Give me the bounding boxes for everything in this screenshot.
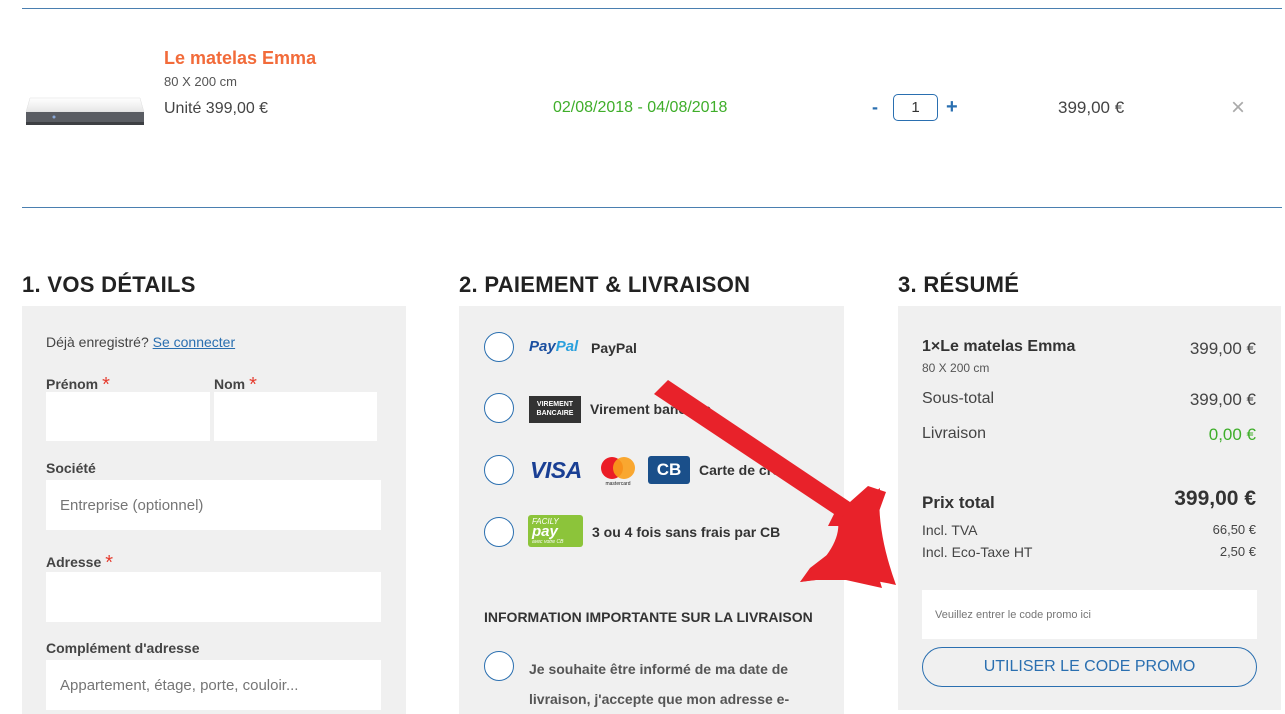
- address2-label: Complément d'adresse: [46, 640, 200, 656]
- paypal-logo: PayPal: [529, 338, 579, 355]
- payment-panel: [459, 306, 844, 714]
- facily-pay-label: 3 ou 4 fois sans frais par CB: [592, 524, 781, 540]
- delivery-dates: 02/08/2018 - 04/08/2018: [553, 99, 728, 116]
- product-size: 80 X 200 cm: [164, 74, 237, 89]
- promo-code-input[interactable]: [922, 590, 1257, 639]
- cb-logo: CB: [648, 456, 690, 484]
- login-link[interactable]: Se connecter: [153, 334, 236, 350]
- company-field[interactable]: [46, 480, 381, 530]
- delivery-info-radio[interactable]: [484, 651, 514, 681]
- login-prompt: Déjà enregistré? Se connecter: [46, 334, 235, 350]
- product-divider: [22, 207, 1282, 208]
- svg-text:mastercard: mastercard: [605, 481, 630, 487]
- shipping-value: 0,00 €: [1208, 425, 1256, 444]
- vat-label: Incl. TVA: [922, 522, 978, 538]
- paypal-label: PayPal: [591, 340, 637, 356]
- delivery-info-title: INFORMATION IMPORTANTE SUR LA LIVRAISON: [484, 609, 813, 625]
- paypal-radio[interactable]: [484, 332, 514, 362]
- total-value: 399,00 €: [1174, 487, 1256, 510]
- quantity-increase-button[interactable]: +: [946, 96, 958, 119]
- mastercard-logo: mastercard: [601, 457, 635, 487]
- total-label: Prix total: [922, 493, 995, 512]
- company-label: Société: [46, 460, 96, 476]
- product-name[interactable]: Le matelas Emma: [164, 48, 316, 69]
- address-field[interactable]: [46, 572, 381, 622]
- subtotal-label: Sous-total: [922, 390, 995, 407]
- ecotax-label: Incl. Eco-Taxe HT: [922, 544, 1033, 560]
- required-mark: *: [105, 552, 114, 574]
- already-registered-text: Déjà enregistré?: [46, 334, 149, 350]
- mattress-image: [26, 97, 144, 125]
- section-title-details: 1. VOS DÉTAILS: [22, 272, 196, 297]
- shipping-label: Livraison: [922, 425, 987, 442]
- visa-logo: VISA: [530, 457, 582, 483]
- delivery-info-text: Je souhaite être informé de ma date de l…: [529, 661, 790, 707]
- bank-transfer-label: Virement bancaire: [590, 401, 712, 417]
- ecotax-value: 2,50 €: [1219, 544, 1256, 559]
- section-title-payment: 2. PAIEMENT & LIVRAISON: [459, 272, 751, 297]
- vat-value: 66,50 €: [1212, 522, 1256, 537]
- first-name-field[interactable]: [46, 392, 210, 441]
- facily-pay-logo: FACILY pay avec votre CB: [528, 515, 583, 547]
- top-divider: [22, 8, 1282, 9]
- address2-field[interactable]: [46, 660, 381, 710]
- address-label: Adresse *: [46, 552, 114, 574]
- apply-promo-button[interactable]: UTILISER LE CODE PROMO: [922, 647, 1257, 687]
- close-icon[interactable]: ×: [1231, 94, 1245, 122]
- quantity-input[interactable]: [893, 94, 938, 121]
- credit-card-radio[interactable]: [484, 455, 514, 485]
- subtotal-value: 399,00 €: [1189, 390, 1256, 409]
- last-name-field[interactable]: [214, 392, 377, 441]
- product-unit-price: Unité 399,00 €: [164, 100, 269, 117]
- bank-transfer-logo: VIREMENT BANCAIRE: [529, 396, 581, 423]
- credit-card-label: Carte de crédit: [699, 462, 798, 478]
- summary-item-size: 80 X 200 cm: [922, 361, 990, 375]
- summary-item-name: 1×Le matelas Emma: [922, 338, 1076, 355]
- facily-pay-radio[interactable]: [484, 517, 514, 547]
- summary-item-price: 399,00 €: [1189, 339, 1256, 358]
- bank-transfer-radio[interactable]: [484, 393, 514, 423]
- product-line-price: 399,00 €: [1058, 98, 1125, 117]
- section-title-summary: 3. RÉSUMÉ: [898, 272, 1020, 297]
- quantity-decrease-button[interactable]: -: [872, 97, 878, 118]
